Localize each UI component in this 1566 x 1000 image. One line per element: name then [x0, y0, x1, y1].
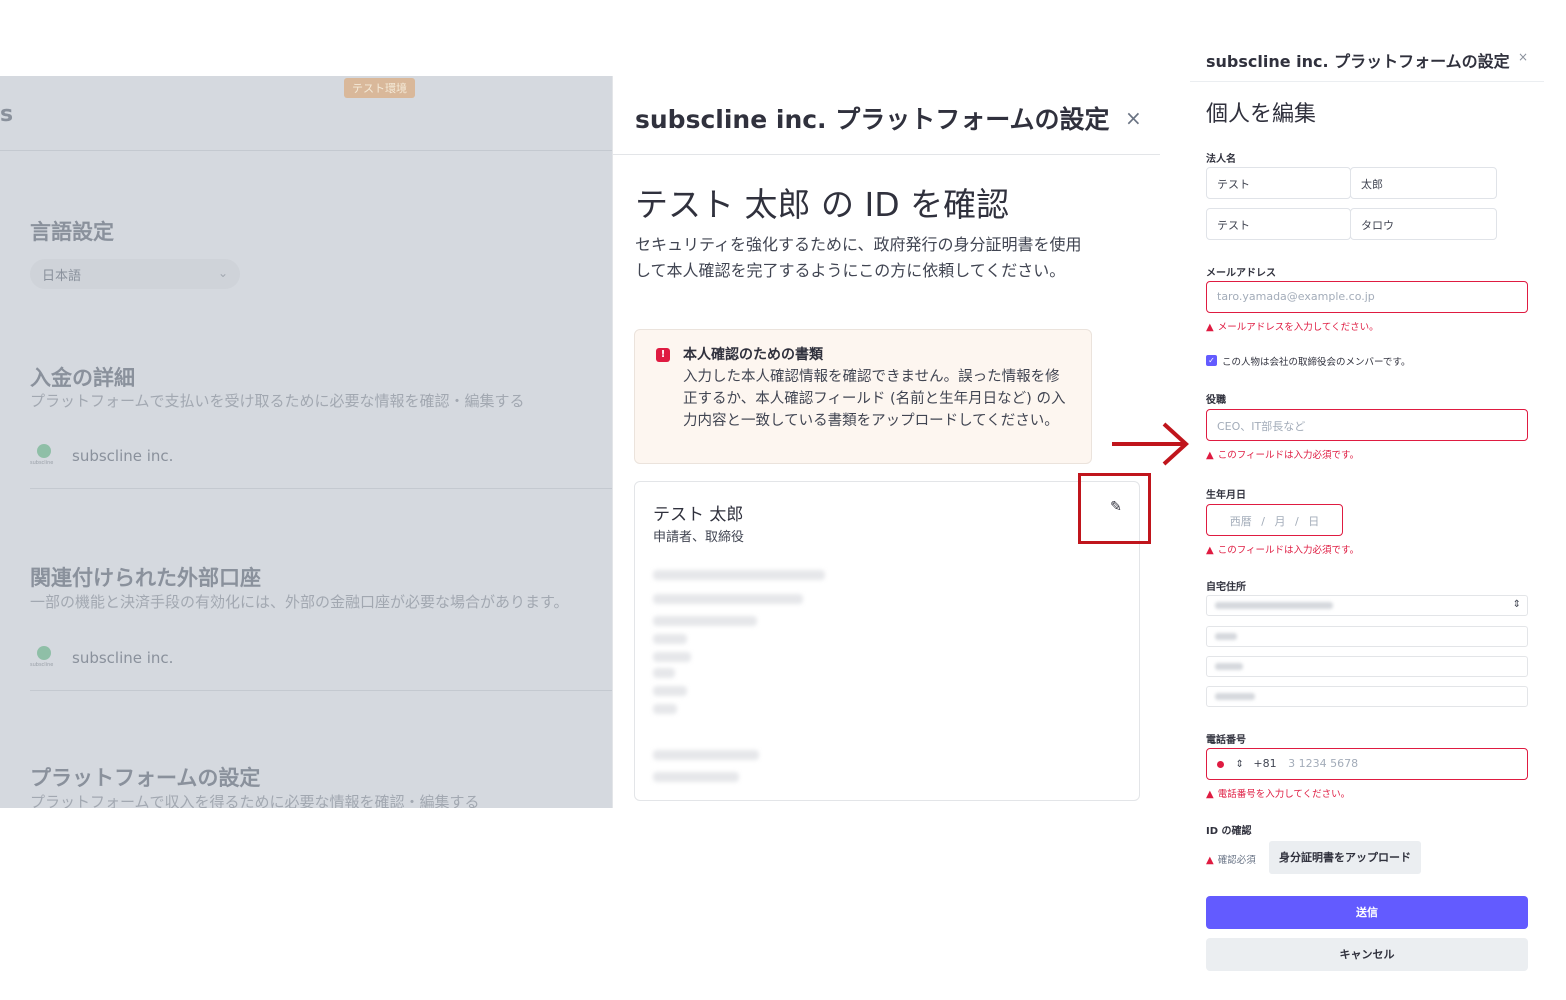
redacted-line	[653, 616, 757, 626]
phone-error: ▲ 電話番号を入力してください。	[1206, 789, 1351, 800]
company-logo-icon: subscline	[30, 644, 58, 672]
person-name: テスト 太郎	[653, 505, 744, 525]
legal-name-label: 法人名	[1206, 154, 1236, 165]
upload-id-button[interactable]: 身分証明書をアップロード	[1269, 841, 1421, 874]
select-arrows-icon: ⇕	[1512, 599, 1521, 610]
redacted-line	[653, 570, 825, 580]
warning-icon: ▲	[1206, 545, 1214, 556]
email-label: メールアドレス	[1206, 268, 1276, 279]
director-checkbox-label: この人物は会社の取締役会のメンバーです。	[1222, 357, 1411, 368]
description: セキュリティを強化するために、政府発行の身分証明書を使用して本人確認を完了するよ…	[635, 235, 1082, 280]
close-icon[interactable]: ×	[1518, 50, 1528, 64]
edit-person-panel: subscline inc. プラットフォームの設定 × 個人を編集 法人名 テ…	[1190, 30, 1544, 990]
panel-heading: 個人を編集	[1206, 102, 1317, 127]
alert-title: 本人確認のための書類	[683, 347, 823, 363]
job-title-error: ▲ このフィールドは入力必須です。	[1206, 450, 1360, 461]
prefecture-select[interactable]: ⇕	[1206, 595, 1528, 616]
language-select[interactable]: 日本語 ⌄	[30, 259, 240, 289]
language-title: 言語設定	[30, 220, 114, 244]
edit-highlight-box	[1078, 473, 1151, 544]
redacted-line	[653, 750, 759, 760]
page-heading: テスト 太郎 の ID を確認	[635, 185, 1010, 224]
close-icon[interactable]: ×	[1125, 106, 1142, 130]
external-account-name: subscline inc.	[72, 649, 174, 667]
phone-label: 電話番号	[1206, 735, 1246, 746]
chevron-down-icon: ⌄	[217, 266, 228, 280]
background-settings-page: テスト環境 s 言語設定 日本語 ⌄ 入金の詳細 プラットフォームで支払いを受け…	[0, 76, 612, 808]
job-title-input[interactable]: CEO、IT部長など	[1206, 409, 1528, 441]
director-checkbox[interactable]: ✓	[1206, 355, 1217, 366]
dob-error: ▲ このフィールドは入力必須です。	[1206, 545, 1360, 556]
redacted-line	[653, 652, 691, 662]
divider	[0, 150, 612, 151]
alert-icon: !	[656, 348, 670, 362]
email-field[interactable]: taro.yamada@example.co.jp	[1206, 281, 1528, 313]
first-name-kana-input[interactable]: タロウ	[1350, 208, 1497, 240]
street-input[interactable]	[1206, 686, 1528, 707]
verification-alert: ! 本人確認のための書類 入力した本人確認情報を確認できません。誤った情報を修正…	[634, 329, 1092, 464]
flag-jp-icon	[1217, 760, 1224, 768]
external-accounts-title: 関連付けられた外部口座	[30, 566, 261, 590]
payout-account-name: subscline inc.	[72, 447, 174, 465]
town-input[interactable]	[1206, 656, 1528, 677]
panel-title: subscline inc. プラットフォームの設定	[1206, 52, 1510, 71]
language-value: 日本語	[42, 269, 82, 284]
dob-label: 生年月日	[1206, 490, 1246, 501]
last-name-input[interactable]: テスト	[1206, 167, 1351, 199]
phone-input[interactable]: ⇕ +81 3 1234 5678	[1206, 748, 1528, 780]
first-name-input[interactable]: 太郎	[1350, 167, 1497, 199]
dob-input[interactable]: 西暦 / 月 / 日	[1206, 504, 1343, 536]
divider	[30, 488, 612, 489]
person-card: テスト 太郎 申請者、取締役 ✎	[634, 481, 1140, 801]
person-role: 申請者、取締役	[653, 530, 745, 545]
warning-icon: ▲	[1206, 789, 1214, 800]
job-title-label: 役職	[1206, 395, 1226, 406]
redacted-line	[653, 668, 675, 678]
platform-settings-title: プラットフォームの設定	[30, 766, 261, 790]
verify-id-modal: subscline inc. プラットフォームの設定 × テスト 太郎 の ID…	[612, 76, 1160, 808]
last-name-kana-input[interactable]: テスト	[1206, 208, 1351, 240]
divider	[30, 690, 612, 691]
submit-button[interactable]: 送信	[1206, 896, 1528, 929]
external-accounts-subtitle: 一部の機能と決済手段の有効化には、外部の金融口座が必要な場合があります。	[30, 593, 569, 611]
redacted-line	[653, 772, 739, 782]
arrow-right-icon	[1112, 422, 1189, 466]
email-error: ▲ メールアドレスを入力してください。	[1206, 322, 1379, 333]
alert-body: 入力した本人確認情報を確認できません。誤った情報を修正するか、本人確認フィールド…	[683, 369, 1066, 429]
warning-icon: ▲	[1206, 450, 1214, 461]
divider	[613, 154, 1160, 155]
warning-icon: ▲	[1206, 322, 1214, 333]
id-verify-status: ▲ 確認必須	[1206, 855, 1256, 866]
id-verify-label: ID の確認	[1206, 826, 1252, 837]
select-arrows-icon: ⇕	[1235, 759, 1244, 770]
modal-title: subscline inc. プラットフォームの設定	[635, 105, 1110, 134]
redacted-line	[653, 704, 677, 714]
redacted-line	[653, 634, 687, 644]
warning-icon: ▲	[1206, 855, 1214, 866]
redacted-line	[653, 686, 687, 696]
payout-account[interactable]: subscline subscline inc.	[30, 442, 173, 470]
external-account[interactable]: subscline subscline inc.	[30, 644, 173, 672]
platform-settings-subtitle: プラットフォームで収入を得るために必要な情報を確認・編集する	[30, 793, 480, 808]
cancel-button[interactable]: キャンセル	[1206, 938, 1528, 971]
city-input[interactable]	[1206, 626, 1528, 647]
address-label: 自宅住所	[1206, 582, 1246, 593]
company-logo-icon: subscline	[30, 442, 58, 470]
divider	[1190, 81, 1544, 82]
env-badge: テスト環境	[344, 78, 415, 98]
payout-title: 入金の詳細	[30, 366, 135, 390]
payout-subtitle: プラットフォームで支払いを受け取るために必要な情報を確認・編集する	[30, 392, 525, 410]
brand-letter: s	[0, 102, 14, 127]
redacted-line	[653, 594, 803, 604]
